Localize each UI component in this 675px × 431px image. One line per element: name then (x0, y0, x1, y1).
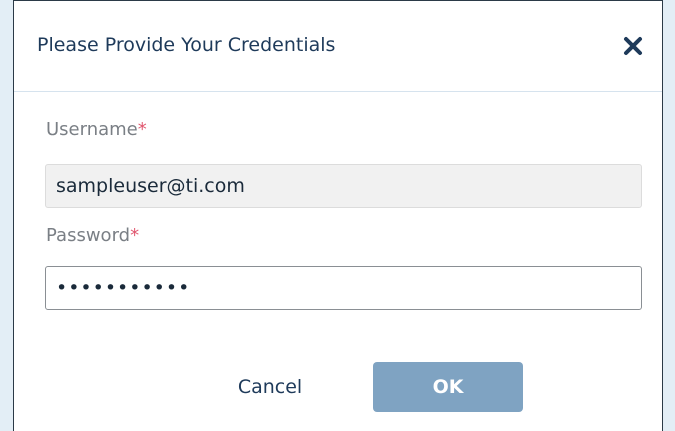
password-label-text: Password (46, 225, 131, 246)
close-icon[interactable] (622, 35, 644, 57)
password-label: Password* (46, 225, 139, 246)
username-field[interactable] (45, 164, 642, 208)
password-field[interactable] (45, 266, 642, 310)
ok-button[interactable]: OK (373, 362, 523, 412)
required-mark: * (130, 225, 140, 246)
dialog-title: Please Provide Your Credentials (37, 34, 336, 56)
username-label: Username* (46, 119, 147, 140)
credentials-dialog: Please Provide Your Credentials Username… (13, 0, 663, 431)
dialog-header: Please Provide Your Credentials (14, 1, 662, 92)
required-mark: * (137, 119, 147, 140)
cancel-button[interactable]: Cancel (210, 363, 330, 411)
username-label-text: Username (46, 119, 138, 140)
